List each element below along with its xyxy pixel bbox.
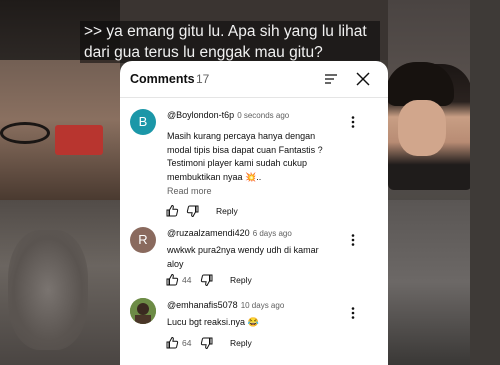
sort-button[interactable] <box>320 69 342 89</box>
comment-time[interactable]: 0 seconds ago <box>237 111 289 120</box>
video-scene-room <box>0 40 120 200</box>
avatar[interactable] <box>130 298 156 324</box>
video-scene-drum <box>0 122 50 144</box>
author-name[interactable]: @ruzaalzamendi420 <box>167 228 250 238</box>
comment-menu-icon[interactable] <box>348 233 358 247</box>
avatar[interactable]: R <box>130 227 156 253</box>
comment-text: wwkwk pura2nya wendy udh di kamar aloy <box>167 244 345 271</box>
comment-line: Testimoni player kami sudah cukup <box>167 158 308 168</box>
comment-line: membuktikan nyaa 💥.. <box>167 171 262 182</box>
reply-button[interactable]: Reply <box>216 206 238 216</box>
like-count: 64 <box>182 338 192 348</box>
avatar[interactable]: B <box>130 109 156 135</box>
comment-line: Lucu bgt reaksi.nya 😂 <box>167 317 259 327</box>
like-icon[interactable] <box>165 336 179 350</box>
comment-time[interactable]: 6 days ago <box>253 229 292 238</box>
read-more-link[interactable]: Read more <box>167 186 212 196</box>
comment-actions: 44 Reply <box>165 273 285 287</box>
sort-icon <box>325 74 337 84</box>
dislike-icon[interactable] <box>186 204 200 218</box>
comments-panel: Comments 17 B @Boylondon-t6p 0 seconds ag… <box>120 61 388 365</box>
comment-menu-icon[interactable] <box>348 115 358 129</box>
video-scene-blur <box>8 230 88 350</box>
comment-author[interactable]: @Boylondon-t6p 0 seconds ago <box>167 110 289 120</box>
dislike-icon[interactable] <box>200 273 214 287</box>
comment-actions: Reply <box>165 204 285 218</box>
comment-line: aloy <box>167 258 184 269</box>
author-name[interactable]: @Boylondon-t6p <box>167 110 234 120</box>
video-person-face <box>398 100 446 156</box>
comment-menu-icon[interactable] <box>348 306 358 320</box>
comment-actions: 64 Reply <box>165 336 285 350</box>
video-scene-red-object <box>55 125 103 155</box>
avatar-letter: B <box>138 114 148 129</box>
video-subtitle: >> ya emang gitu lu. Apa sih yang lu lih… <box>80 21 380 63</box>
like-icon[interactable] <box>165 273 179 287</box>
like-count: 44 <box>182 275 192 285</box>
comment-time[interactable]: 10 days ago <box>241 301 285 310</box>
comment-line: wwkwk pura2nya wendy udh di kamar <box>167 245 319 255</box>
video-scene-edge <box>470 0 500 365</box>
reply-button[interactable]: Reply <box>230 275 252 285</box>
comment-author[interactable]: @emhanafis5078 10 days ago <box>167 300 284 310</box>
comment-text: Lucu bgt reaksi.nya 😂 <box>167 316 345 330</box>
close-button[interactable] <box>352 69 374 89</box>
comment-author[interactable]: @ruzaalzamendi420 6 days ago <box>167 228 292 238</box>
comments-count: 17 <box>196 72 210 86</box>
reply-button[interactable]: Reply <box>230 338 252 348</box>
comment-text: Masih kurang percaya hanya dengan modal … <box>167 130 345 184</box>
author-name[interactable]: @emhanafis5078 <box>167 300 238 310</box>
avatar-letter: R <box>138 232 148 247</box>
comment-item: B @Boylondon-t6p 0 seconds ago Masih kura… <box>120 98 388 222</box>
subtitle-line-1: >> ya emang gitu lu. Apa sih yang lu lih… <box>84 23 367 40</box>
subtitle-line-2: dari gua terus lu enggak mau gitu? <box>84 44 323 61</box>
like-icon[interactable] <box>165 204 179 218</box>
comments-title: Comments <box>130 72 195 86</box>
avatar-image <box>130 298 156 324</box>
dislike-icon[interactable] <box>200 336 214 350</box>
comments-header: Comments 17 <box>120 61 388 98</box>
comment-line: modal tipis bisa dapat cuan Fantastis ? <box>167 144 323 155</box>
comment-item: @emhanafis5078 10 days ago Lucu bgt reaks… <box>120 294 388 365</box>
comment-line: Masih kurang percaya hanya dengan <box>167 131 316 141</box>
close-icon <box>356 72 370 86</box>
